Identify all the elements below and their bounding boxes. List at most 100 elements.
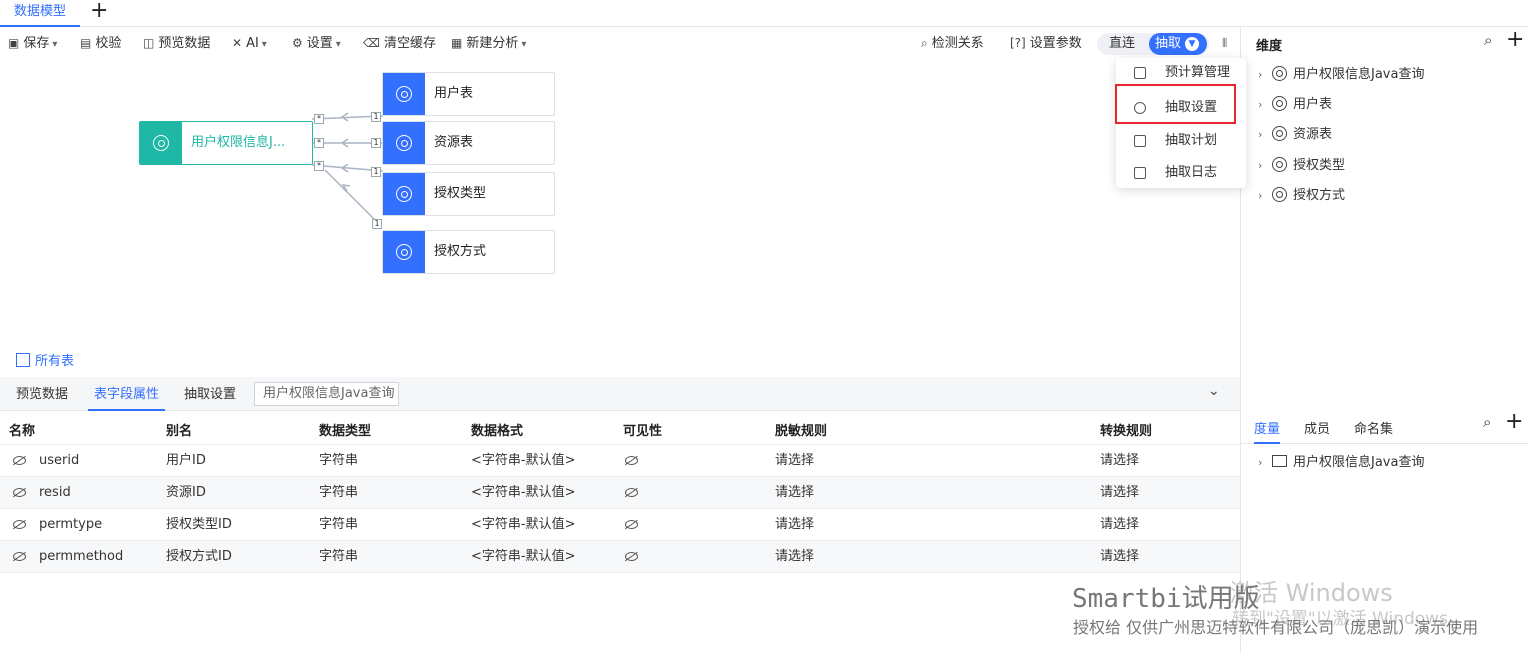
field-convert[interactable]: 请选择 xyxy=(1100,477,1139,509)
eye-off-icon[interactable] xyxy=(13,488,26,497)
save-button[interactable]: ▣ 保存 ▾ xyxy=(8,34,57,52)
search-icon[interactable]: ⌕ xyxy=(1484,31,1492,49)
table-row[interactable]: userid 用户ID 字符串 <字符串-默认值> 请选择 请选择 xyxy=(0,445,1240,477)
table-node-users[interactable]: 用户表 xyxy=(382,72,555,116)
cardinality-badge: 1 xyxy=(371,167,381,177)
validate-button[interactable]: ▤ 校验 xyxy=(80,34,121,52)
ai-button[interactable]: ✕ AI ▾ xyxy=(232,34,267,52)
field-name: userid xyxy=(39,453,80,468)
table-icon xyxy=(1272,126,1287,141)
calendar-icon xyxy=(1134,135,1146,147)
search-icon[interactable]: ⌕ xyxy=(1483,413,1491,431)
mode-extract[interactable]: 抽取 ▼ xyxy=(1149,33,1207,55)
cardinality-badge: 1 xyxy=(372,219,382,229)
chevron-down-icon: ▾ xyxy=(521,39,527,50)
set-params-button[interactable]: [?] 设置参数 xyxy=(1010,34,1082,52)
new-analysis-button[interactable]: ▦ 新建分析 ▾ xyxy=(451,34,526,52)
eye-off-icon[interactable] xyxy=(13,520,26,529)
field-mask[interactable]: 请选择 xyxy=(775,445,814,477)
field-mask[interactable]: 请选择 xyxy=(775,509,814,541)
table-row[interactable]: permmethod 授权方式ID 字符串 <字符串-默认值> 请选择 请选择 xyxy=(0,541,1240,573)
eye-off-icon[interactable] xyxy=(625,456,638,465)
field-format[interactable]: <字符串-默认值> xyxy=(471,541,575,573)
field-format[interactable]: <字符串-默认值> xyxy=(471,445,575,477)
field-mask[interactable]: 请选择 xyxy=(775,477,814,509)
tab-named-set[interactable]: 命名集 xyxy=(1354,418,1393,438)
save-icon: ▣ xyxy=(8,36,20,50)
menu-item-extract-plan[interactable]: 抽取计划 xyxy=(1116,127,1246,155)
tab-preview-data[interactable]: 预览数据 xyxy=(16,385,68,405)
measure-tabs: 度量 成员 命名集 ⌕ + xyxy=(1241,409,1528,444)
detect-relation-button[interactable]: ⌕ 检测关系 xyxy=(921,34,984,52)
field-alias[interactable]: 授权类型ID xyxy=(166,509,232,541)
column-toggle-icon[interactable]: ⦀ xyxy=(1222,36,1227,51)
menu-item-precompute[interactable]: 预计算管理 xyxy=(1116,59,1246,87)
chevron-down-icon[interactable]: ⌄ xyxy=(1208,383,1220,399)
eye-off-icon[interactable] xyxy=(13,552,26,561)
field-type[interactable]: 字符串 xyxy=(319,477,358,509)
table-icon xyxy=(1272,157,1287,172)
field-format[interactable]: <字符串-默认值> xyxy=(471,509,575,541)
col-header-format: 数据格式 xyxy=(471,424,524,439)
chevron-right-icon: › xyxy=(1258,189,1263,202)
tab-measure[interactable]: 度量 xyxy=(1254,418,1281,444)
field-alias[interactable]: 授权方式ID xyxy=(166,541,232,573)
preview-data-button[interactable]: ◫ 预览数据 xyxy=(143,34,210,52)
settings-button[interactable]: ⚙ 设置 ▾ xyxy=(292,34,341,52)
table-node-resources[interactable]: 资源表 xyxy=(382,121,555,165)
measure-tree-item[interactable]: › 用户权限信息Java查询 xyxy=(1258,453,1424,473)
main-query-node[interactable]: 用户权限信息J... xyxy=(139,121,313,165)
tree-item-users[interactable]: › 用户表 xyxy=(1258,95,1332,115)
table-row[interactable]: resid 资源ID 字符串 <字符串-默认值> 请选择 请选择 xyxy=(0,477,1240,509)
chevron-down-icon: ▼ xyxy=(1185,37,1200,51)
table-icon xyxy=(383,231,425,273)
field-type[interactable]: 字符串 xyxy=(319,509,358,541)
tab-data-model[interactable]: 数据模型 xyxy=(0,0,81,27)
mode-switch: 直连 抽取 ▼ xyxy=(1097,33,1209,55)
tab-field-properties[interactable]: 表字段属性 xyxy=(88,385,166,411)
table-selector[interactable]: 用户权限信息Java查询 xyxy=(254,382,399,406)
all-tables-button[interactable]: 所有表 xyxy=(16,350,74,369)
dimension-title: 维度 xyxy=(1256,39,1283,54)
plus-icon[interactable]: + xyxy=(1506,27,1524,52)
plus-icon[interactable]: + xyxy=(1505,409,1523,434)
table-node-perm-type[interactable]: 授权类型 xyxy=(382,172,555,216)
query-icon xyxy=(1272,66,1287,81)
tree-item-perm-type[interactable]: › 授权类型 xyxy=(1258,156,1345,176)
field-type[interactable]: 字符串 xyxy=(319,445,358,477)
mode-direct[interactable]: 直连 xyxy=(1109,33,1135,55)
table-row[interactable]: permtype 授权类型ID 字符串 <字符串-默认值> 请选择 请选择 xyxy=(0,509,1240,541)
field-format[interactable]: <字符串-默认值> xyxy=(471,477,575,509)
field-convert[interactable]: 请选择 xyxy=(1100,541,1139,573)
tab-member[interactable]: 成员 xyxy=(1304,418,1330,438)
field-mask[interactable]: 请选择 xyxy=(775,541,814,573)
eye-off-icon[interactable] xyxy=(625,520,638,529)
ai-icon: ✕ xyxy=(232,36,243,50)
table-icon xyxy=(383,73,425,115)
tree-item-query[interactable]: › 用户权限信息Java查询 xyxy=(1258,65,1424,85)
field-type[interactable]: 字符串 xyxy=(319,541,358,573)
eye-off-icon[interactable] xyxy=(625,488,638,497)
params-icon: [?] xyxy=(1010,36,1026,50)
field-convert[interactable]: 请选择 xyxy=(1100,509,1139,541)
chevron-right-icon: › xyxy=(1258,128,1263,141)
field-alias[interactable]: 用户ID xyxy=(166,445,206,477)
col-header-mask: 脱敏规则 xyxy=(775,424,828,439)
col-header-convert: 转换规则 xyxy=(1100,424,1153,439)
table-node-perm-method[interactable]: 授权方式 xyxy=(382,230,555,274)
field-convert[interactable]: 请选择 xyxy=(1100,445,1139,477)
col-header-visibility: 可见性 xyxy=(623,424,663,439)
clear-cache-button[interactable]: ⌫ 清空缓存 xyxy=(363,34,436,52)
eye-off-icon[interactable] xyxy=(625,552,638,561)
chevron-right-icon: › xyxy=(1258,98,1263,111)
tree-item-resources[interactable]: › 资源表 xyxy=(1258,125,1332,145)
plus-icon[interactable]: + xyxy=(90,0,108,22)
field-alias[interactable]: 资源ID xyxy=(166,477,206,509)
chevron-down-icon: ▾ xyxy=(52,39,58,50)
eye-off-icon[interactable] xyxy=(13,456,26,465)
chevron-right-icon: › xyxy=(1258,68,1263,81)
tab-extract-settings[interactable]: 抽取设置 xyxy=(184,385,236,405)
tree-item-perm-method[interactable]: › 授权方式 xyxy=(1258,186,1345,206)
table-icon xyxy=(383,173,425,215)
menu-item-extract-log[interactable]: 抽取日志 xyxy=(1116,159,1246,187)
